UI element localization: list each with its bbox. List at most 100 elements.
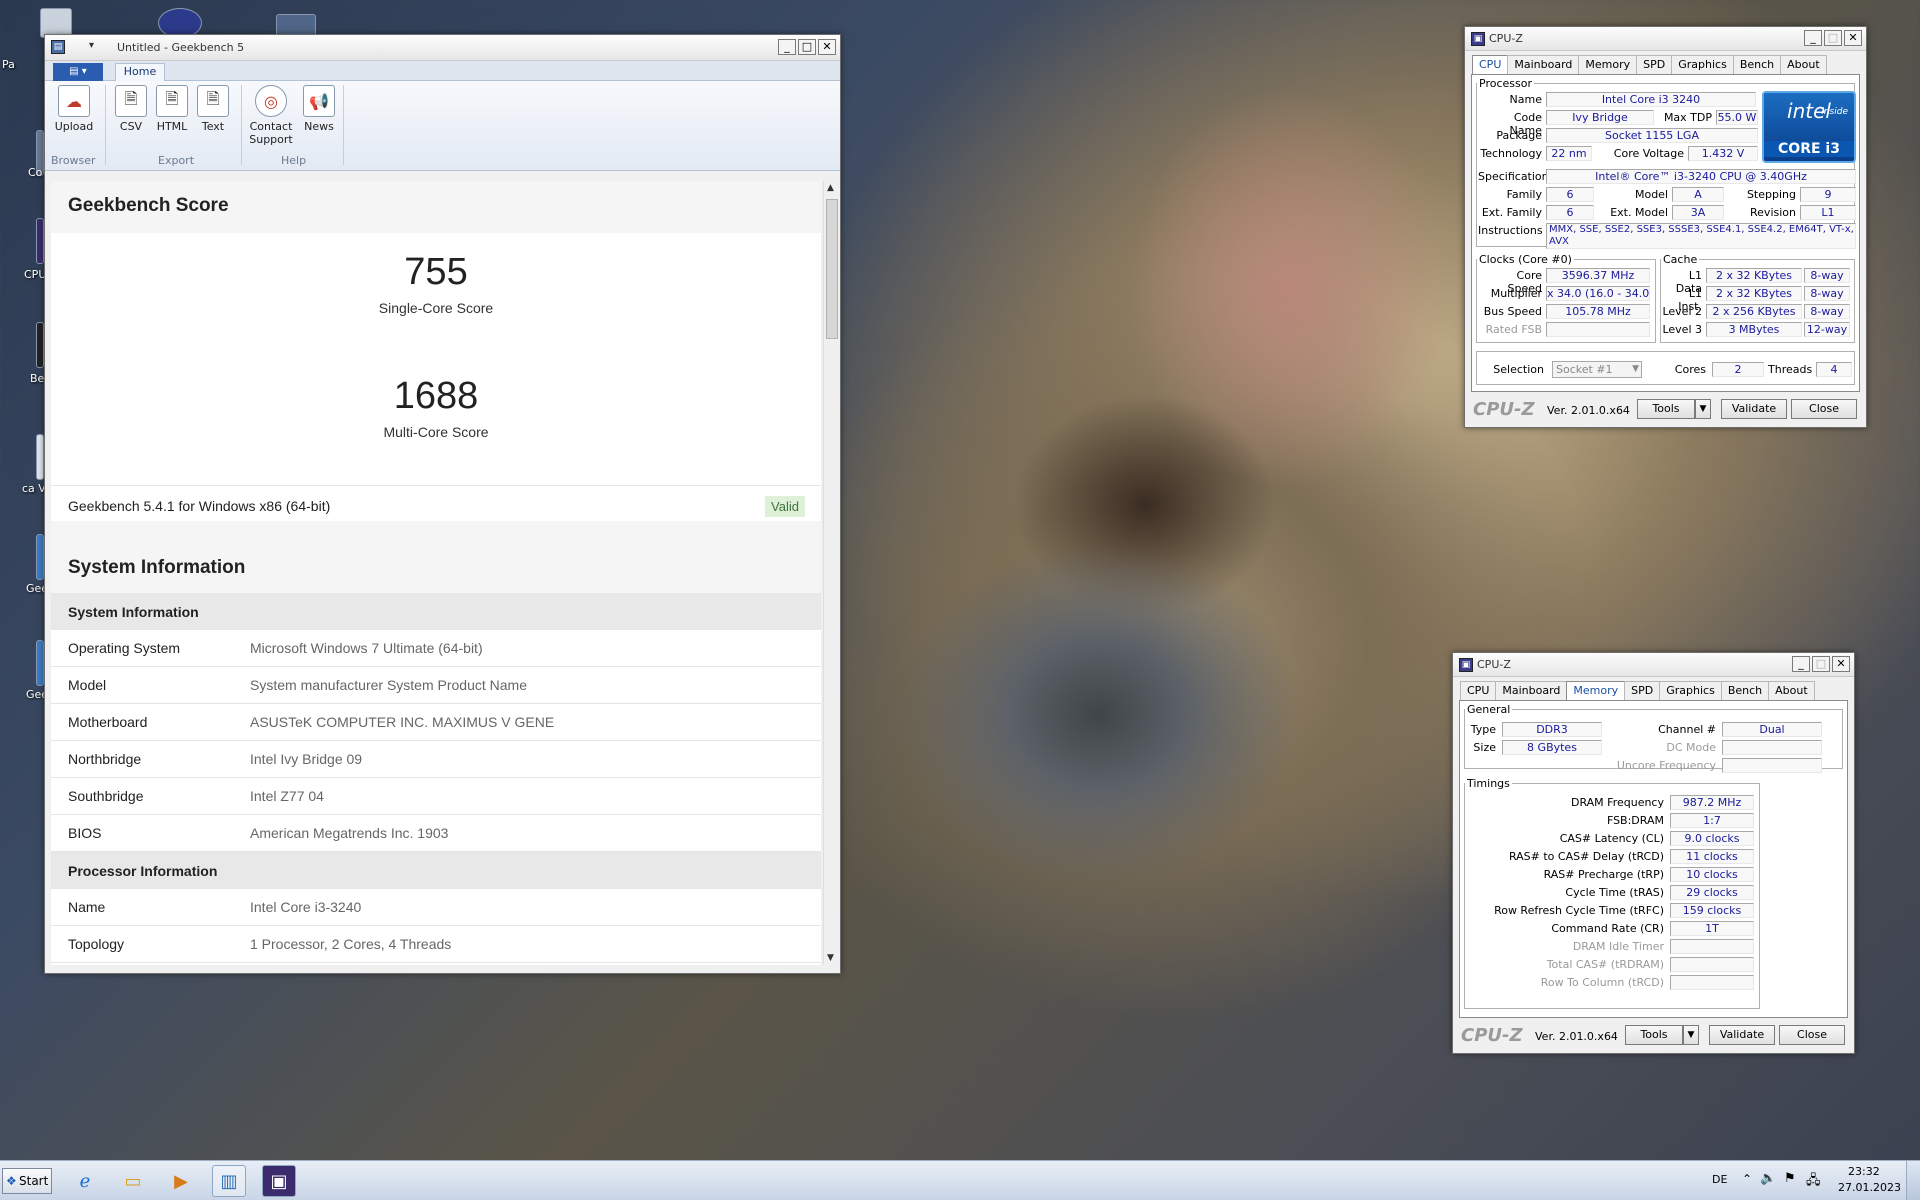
maximize-button[interactable]: □ — [1812, 656, 1830, 672]
channel-value: Dual — [1722, 722, 1822, 737]
action-center-flag-icon[interactable]: ⚑ — [1784, 1171, 1796, 1186]
tools-button[interactable]: Tools — [1625, 1025, 1683, 1045]
media-player-icon[interactable]: ▶ — [164, 1165, 198, 1197]
geekbench-taskbar-icon[interactable]: ▥ — [212, 1165, 246, 1197]
desktop-icon[interactable] — [36, 322, 44, 368]
minimize-button[interactable]: _ — [1792, 656, 1810, 672]
volume-icon[interactable]: 🔈 — [1760, 1171, 1776, 1186]
file-explorer-icon[interactable]: ▭ — [116, 1165, 150, 1197]
tab-mainboard[interactable]: Mainboard — [1507, 55, 1580, 74]
tab-spd[interactable]: SPD — [1636, 55, 1673, 74]
close-button[interactable]: ✕ — [1832, 656, 1850, 672]
desktop-icon-geekbench-2[interactable] — [36, 640, 44, 686]
scrollbar-thumb[interactable] — [826, 199, 838, 339]
tab-bench[interactable]: Bench — [1720, 681, 1770, 700]
desktop-icon-cpuz[interactable] — [36, 218, 44, 264]
quick-access-dropdown-icon[interactable]: ▾ — [89, 40, 94, 51]
maximize-button[interactable]: □ — [1824, 30, 1842, 46]
tab-mainboard[interactable]: Mainboard — [1495, 681, 1568, 700]
l1inst-way: 8-way — [1804, 286, 1850, 301]
version-text: Ver. 2.01.0.x64 — [1535, 1030, 1618, 1043]
revision-label: Revision — [1750, 206, 1796, 219]
l3-way: 12-way — [1804, 322, 1850, 337]
processor-info-key: Topology — [68, 936, 125, 952]
desktop-icon-geekbench[interactable] — [36, 534, 44, 580]
tab-cpu[interactable]: CPU — [1460, 681, 1497, 700]
timing-label: DRAM Frequency — [1570, 796, 1664, 809]
timing-value: 1:7 — [1670, 813, 1754, 828]
export-csv-button[interactable]: 🗎 CSV — [113, 85, 149, 133]
selection-dropdown[interactable]: Socket #1 ▼ — [1552, 361, 1642, 378]
validate-button[interactable]: Validate — [1709, 1025, 1775, 1045]
system-info-key: BIOS — [68, 825, 102, 841]
news-button[interactable]: 📢 News — [299, 85, 339, 133]
group-separator — [241, 85, 242, 165]
export-html-button[interactable]: 🗎 HTML — [153, 85, 191, 133]
timing-label: Cycle Time (tRAS) — [1565, 886, 1664, 899]
show-desktop-button[interactable] — [1906, 1161, 1920, 1200]
clock-date[interactable]: 27.01.2023 — [1838, 1181, 1901, 1194]
minimize-button[interactable]: _ — [1804, 30, 1822, 46]
system-info-row: Southbridge Intel Z77 04 — [51, 778, 821, 815]
timing-label: Row Refresh Cycle Time (tRFC) — [1494, 904, 1664, 917]
desktop-icon[interactable] — [36, 434, 44, 480]
cpuz-app-icon[interactable]: ▣ — [1459, 658, 1473, 672]
version-text: Geekbench 5.4.1 for Windows x86 (64-bit) — [68, 498, 331, 514]
dcmode-label: DC Mode — [1666, 741, 1716, 754]
processor-info-row: Name Intel Core i3-3240 — [51, 889, 821, 926]
corespeed-value: 3596.37 MHz — [1546, 268, 1650, 283]
maximize-button[interactable]: □ — [798, 39, 816, 55]
tab-memory[interactable]: Memory — [1566, 681, 1626, 700]
start-button[interactable]: ❖ Start — [2, 1168, 52, 1194]
cache-legend: Cache — [1663, 253, 1698, 266]
cpuz-app-icon[interactable]: ▣ — [1471, 32, 1485, 46]
contact-support-button[interactable]: ◎ Contact Support — [247, 85, 295, 146]
tab-memory[interactable]: Memory — [1578, 55, 1638, 74]
tab-spd[interactable]: SPD — [1624, 681, 1661, 700]
close-button[interactable]: ✕ — [818, 39, 836, 55]
close-button[interactable]: ✕ — [1844, 30, 1862, 46]
geekbench-app-icon[interactable]: ▤ — [51, 40, 65, 54]
vertical-scrollbar[interactable]: ▲ ▼ — [823, 181, 839, 965]
scroll-down-icon[interactable]: ▼ — [827, 953, 834, 963]
tab-graphics[interactable]: Graphics — [1671, 55, 1734, 74]
tools-button[interactable]: Tools — [1637, 399, 1695, 419]
title-bar[interactable]: ▣ CPU-Z _ □ ✕ — [1465, 27, 1866, 51]
geekbench-score-heading: Geekbench Score — [51, 181, 821, 233]
title-bar[interactable]: ▣ CPU-Z _ □ ✕ — [1453, 653, 1854, 677]
single-core-block: 755 Single-Core Score — [51, 251, 821, 316]
scroll-up-icon[interactable]: ▲ — [827, 183, 834, 193]
cpuz-taskbar-icon[interactable]: ▣ — [262, 1165, 296, 1197]
show-hidden-icons-icon[interactable]: ⌃ — [1742, 1172, 1752, 1186]
tools-dropdown-icon[interactable]: ▼ — [1695, 399, 1711, 419]
contact-support-label-1: Contact — [249, 120, 293, 133]
validate-button[interactable]: Validate — [1721, 399, 1787, 419]
close-button[interactable]: Close — [1791, 399, 1857, 419]
l2-label: Level 2 — [1662, 305, 1702, 318]
clock-time[interactable]: 23:32 — [1848, 1165, 1880, 1178]
tools-dropdown-icon[interactable]: ▼ — [1683, 1025, 1699, 1045]
package-value: Socket 1155 LGA — [1546, 128, 1758, 143]
cpuz-memory-window: ▣ CPU-Z _ □ ✕ CPU Mainboard Memory SPD Graph… — [1452, 652, 1855, 1054]
network-icon[interactable]: 🖧 — [1806, 1171, 1821, 1193]
tab-cpu[interactable]: CPU — [1472, 55, 1509, 74]
window-title: CPU-Z — [1489, 32, 1523, 45]
package-label: Package — [1496, 129, 1542, 142]
tab-about[interactable]: About — [1768, 681, 1815, 700]
application-menu-button[interactable]: ▤ ▾ — [53, 63, 103, 81]
minimize-button[interactable]: _ — [778, 39, 796, 55]
system-info-value: Microsoft Windows 7 Ultimate (64-bit) — [250, 640, 483, 656]
tab-about[interactable]: About — [1780, 55, 1827, 74]
close-button[interactable]: Close — [1779, 1025, 1845, 1045]
export-text-button[interactable]: 🗎 Text — [195, 85, 231, 133]
html-file-icon: 🗎 — [156, 85, 188, 117]
upload-button[interactable]: ☁ Upload — [53, 85, 95, 133]
internet-explorer-icon[interactable]: ℯ — [68, 1165, 102, 1197]
title-bar[interactable]: ▤ ▾ Untitled - Geekbench 5 _ □ ✕ — [45, 35, 840, 61]
tab-bench[interactable]: Bench — [1732, 55, 1782, 74]
language-indicator[interactable]: DE — [1712, 1173, 1727, 1186]
tab-home[interactable]: Home — [115, 63, 165, 82]
tab-graphics[interactable]: Graphics — [1659, 681, 1722, 700]
l2-way: 8-way — [1804, 304, 1850, 319]
threads-value: 4 — [1816, 362, 1852, 377]
